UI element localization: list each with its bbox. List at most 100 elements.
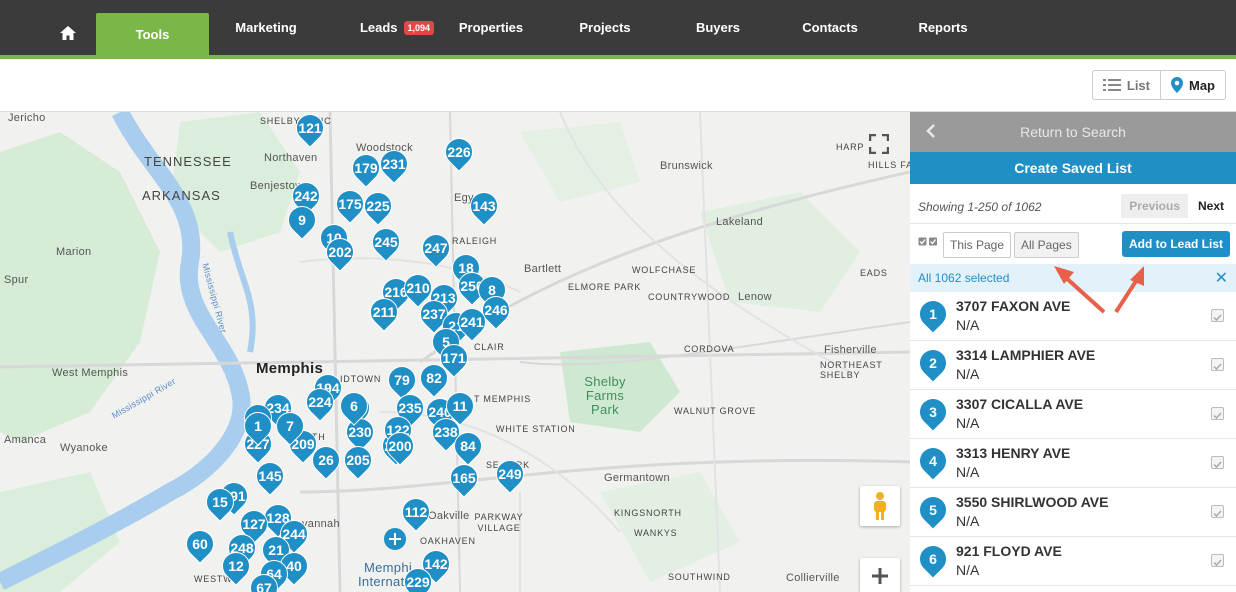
map-pin-number: 202 [328,244,352,260]
map-pin[interactable]: 1 [238,406,278,446]
result-checkbox[interactable] [1211,358,1224,371]
map-pin[interactable]: 145 [250,456,290,496]
map-label-cordova: CORDOVA [684,344,735,354]
map-pin[interactable]: 249 [490,454,530,494]
map-pin[interactable]: 121 [290,112,330,148]
result-row[interactable]: 6 921 FLOYD AVE N/A [910,537,1236,586]
map-pin[interactable]: 225 [358,186,398,226]
map-pin[interactable]: 231 [374,144,414,184]
nav-buyers[interactable]: Buyers [688,0,748,55]
plus-icon [872,568,888,584]
map-pin[interactable]: 6 [334,386,374,426]
map-label-brunswick: Brunswick [660,160,713,172]
clear-selection-icon[interactable]: ✕ [1215,268,1228,288]
result-checkbox[interactable] [1211,309,1224,322]
nav-contacts[interactable]: Contacts [795,0,865,55]
result-row[interactable]: 4 3313 HENRY AVE N/A [910,439,1236,488]
nav-projects-label: Projects [579,20,631,35]
result-address[interactable]: 3313 HENRY AVE [956,445,1070,461]
map-pin-number: 79 [394,372,410,388]
select-all-pages-button[interactable]: All Pages [1014,232,1079,258]
map-pin-number: 1 [254,418,262,434]
map-pin[interactable]: 143 [464,186,504,226]
map-pin[interactable]: 7 [270,406,310,446]
fullscreen-icon [869,134,889,154]
home-icon[interactable] [60,26,76,40]
map-label-amanca: Amanca [4,434,47,446]
nav-tools[interactable]: Tools [96,13,209,55]
map-pin-number: 200 [388,438,412,454]
result-address[interactable]: 3707 FAXON AVE [956,298,1070,314]
nav-reports[interactable]: Reports [912,0,974,55]
result-row[interactable]: 5 3550 SHIRLWOOD AVE N/A [910,488,1236,537]
result-checkbox[interactable] [1211,554,1224,567]
create-saved-list-button[interactable]: Create Saved List [910,152,1236,184]
list-view-button[interactable]: List [1093,71,1160,99]
nav-leads[interactable]: Leads 1,094 [355,0,439,55]
map-pin-number: 231 [382,156,406,172]
select-this-page-button[interactable]: This Page [943,232,1012,258]
result-checkbox[interactable] [1211,505,1224,518]
map-label-fisherville: Fisherville [824,344,877,356]
map-pin[interactable]: 229 [398,562,438,592]
map-label-raleigh: RALEIGH [452,236,498,246]
map-view-button[interactable]: Map [1160,71,1225,99]
select-all-checkbox-icon[interactable] [918,237,938,247]
result-checkbox[interactable] [1211,407,1224,420]
map-pin[interactable]: 202 [320,232,360,272]
map-pin[interactable]: 15 [200,482,240,522]
previous-button[interactable]: Previous [1121,194,1188,218]
nav-properties[interactable]: Properties [452,0,530,55]
result-address[interactable]: 3314 LAMPHIER AVE [956,347,1095,363]
result-row[interactable]: 2 3314 LAMPHIER AVE N/A [910,341,1236,390]
map-label-northaven: Northaven [264,152,318,164]
map-pin[interactable]: 26 [306,440,346,480]
map-label-spur: Spur [4,274,29,286]
result-pin: 1 [913,294,953,334]
result-subtext: N/A [956,513,980,529]
result-row[interactable]: 3 3307 CICALLA AVE N/A [910,390,1236,439]
map-pin[interactable]: 200 [380,426,420,466]
street-view-button[interactable] [860,486,900,526]
nav-leads-label: Leads [359,20,398,35]
map-pin[interactable]: 211 [364,292,404,332]
result-address[interactable]: 3550 SHIRLWOOD AVE [956,494,1108,510]
result-row[interactable]: 1 3707 FAXON AVE N/A [910,292,1236,341]
map-label-walnut-grove: WALNUT GROVE [674,406,757,416]
map-pin[interactable]: 224 [300,382,340,422]
map-pin[interactable]: 245 [366,222,406,262]
nav-projects[interactable]: Projects [570,0,640,55]
map-pin-number: 225 [366,198,390,214]
result-subtext: N/A [956,317,980,333]
map-pin[interactable]: 84 [448,426,488,466]
result-pin-number: 4 [929,453,937,469]
map-pin[interactable]: 165 [444,458,484,498]
map-marker-icon [1171,77,1183,93]
map-pin[interactable]: 226 [439,132,479,172]
map-label-lakeland: Lakeland [716,216,764,228]
result-pin-number: 1 [929,306,937,322]
result-address[interactable]: 921 FLOYD AVE [956,543,1062,559]
leads-count-badge: 1,094 [403,20,435,35]
map-pin[interactable]: 205 [338,440,378,480]
map-pin[interactable]: 67 [244,568,284,592]
zoom-in-button[interactable] [860,558,900,592]
result-pin-number: 5 [929,502,937,518]
map-pin[interactable]: 60 [180,524,220,564]
nav-marketing[interactable]: Marketing [222,0,310,55]
map-label-west-memphis: West Memphis [52,367,129,379]
map-pin[interactable]: 112 [396,492,436,532]
result-address[interactable]: 3307 CICALLA AVE [956,396,1083,412]
next-button[interactable]: Next [1194,194,1228,218]
add-to-lead-list-button[interactable]: Add to Lead List [1122,231,1230,257]
map-label-wyanoke: Wyanoke [60,442,108,454]
result-checkbox[interactable] [1211,456,1224,469]
selection-row: This Page All Pages Add to Lead List [910,224,1236,264]
return-to-search-button[interactable]: Return to Search [910,112,1236,152]
property-map[interactable]: Jericho SHELBY CIVIC Northaven Benjestow… [0,112,910,592]
map-pin[interactable]: 82 [414,358,454,398]
fullscreen-button[interactable] [859,124,899,164]
map-pin-number: 226 [447,144,471,160]
map-pin[interactable]: 9 [282,200,322,240]
map-pin-number: 230 [348,424,372,440]
